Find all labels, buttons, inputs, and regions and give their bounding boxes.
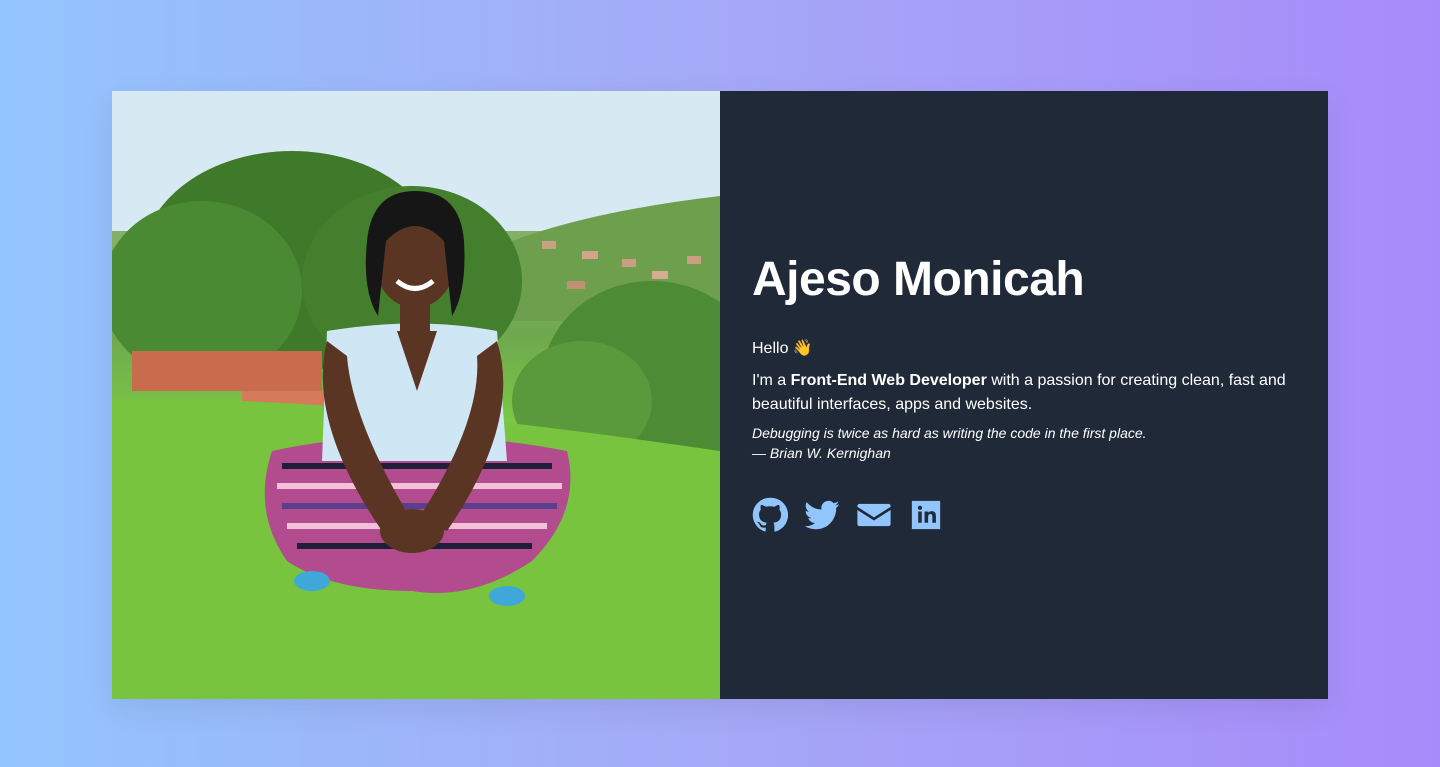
- greeting-text: Hello: [752, 340, 789, 357]
- social-links: [752, 497, 1296, 533]
- wave-emoji-icon: 👋: [792, 340, 813, 357]
- intro-text: I'm a Front-End Web Developer with a pas…: [752, 369, 1296, 417]
- quote: Debugging is twice as hard as writing th…: [752, 423, 1296, 463]
- intro-prefix: I'm a: [752, 372, 787, 389]
- linkedin-icon: [911, 500, 941, 530]
- profile-name: Ajeso Monicah: [752, 253, 1085, 306]
- quote-text: Debugging is twice as hard as writing th…: [752, 425, 1147, 441]
- profile-info-panel: Ajeso Monicah Hello 👋 I'm a Front-End We…: [720, 91, 1328, 699]
- github-icon: [752, 497, 788, 532]
- portrait-illustration: [112, 91, 720, 699]
- quote-author: — Brian W. Kernighan: [752, 445, 891, 461]
- twitter-icon: [804, 500, 840, 530]
- portrait-photo: [112, 91, 720, 699]
- greeting: Hello 👋: [752, 337, 1296, 361]
- email-link[interactable]: [856, 497, 892, 533]
- twitter-link[interactable]: [804, 497, 840, 533]
- github-link[interactable]: [752, 497, 788, 533]
- profile-card: Ajeso Monicah Hello 👋 I'm a Front-End We…: [112, 91, 1328, 699]
- mail-icon: [857, 503, 891, 527]
- linkedin-link[interactable]: [908, 497, 944, 533]
- role-title: Front-End Web Developer: [790, 372, 987, 389]
